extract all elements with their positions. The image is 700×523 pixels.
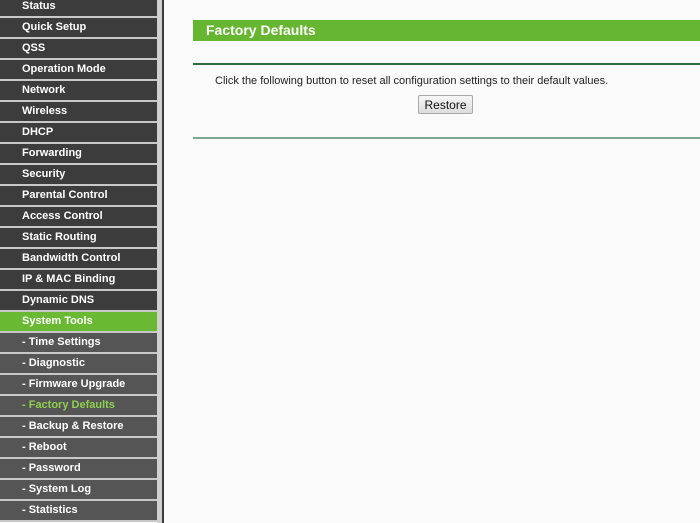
- sidebar-item-access-control[interactable]: Access Control: [0, 207, 157, 226]
- sidebar-item-system-tools[interactable]: System Tools: [0, 312, 157, 331]
- sidebar-item-status[interactable]: Status: [0, 0, 157, 16]
- sidebar-item-ip-mac-binding[interactable]: IP & MAC Binding: [0, 270, 157, 289]
- sidebar-item-security[interactable]: Security: [0, 165, 157, 184]
- sidebar-divider: [162, 0, 164, 523]
- sidebar-item-password[interactable]: - Password: [0, 459, 157, 478]
- sidebar-item-backup-restore[interactable]: - Backup & Restore: [0, 417, 157, 436]
- sidebar-item-qss[interactable]: QSS: [0, 39, 157, 58]
- sidebar-nav: Status Quick Setup QSS Operation Mode Networ…: [0, 0, 157, 522]
- sidebar-item-diagnostic[interactable]: - Diagnostic: [0, 354, 157, 373]
- sidebar-item-system-log[interactable]: - System Log: [0, 480, 157, 499]
- divider-top: [193, 63, 700, 65]
- sidebar-item-reboot[interactable]: - Reboot: [0, 438, 157, 457]
- sidebar-item-operation-mode[interactable]: Operation Mode: [0, 60, 157, 79]
- sidebar-item-dhcp[interactable]: DHCP: [0, 123, 157, 142]
- sidebar-item-firmware-upgrade[interactable]: - Firmware Upgrade: [0, 375, 157, 394]
- sidebar-item-factory-defaults[interactable]: - Factory Defaults: [0, 396, 157, 415]
- sidebar-item-dynamic-dns[interactable]: Dynamic DNS: [0, 291, 157, 310]
- restore-button[interactable]: Restore: [418, 95, 473, 114]
- sidebar-item-wireless[interactable]: Wireless: [0, 102, 157, 121]
- sidebar-item-parental-control[interactable]: Parental Control: [0, 186, 157, 205]
- sidebar-item-time-settings[interactable]: - Time Settings: [0, 333, 157, 352]
- sidebar-item-quick-setup[interactable]: Quick Setup: [0, 18, 157, 37]
- divider-bottom: [193, 137, 700, 139]
- sidebar-item-static-routing[interactable]: Static Routing: [0, 228, 157, 247]
- description-text: Click the following button to reset all …: [215, 75, 609, 87]
- sidebar-item-statistics[interactable]: - Statistics: [0, 501, 157, 520]
- page-title: Factory Defaults: [193, 20, 700, 41]
- sidebar-item-bandwidth-control[interactable]: Bandwidth Control: [0, 249, 157, 268]
- sidebar-item-network[interactable]: Network: [0, 81, 157, 100]
- sidebar-item-forwarding[interactable]: Forwarding: [0, 144, 157, 163]
